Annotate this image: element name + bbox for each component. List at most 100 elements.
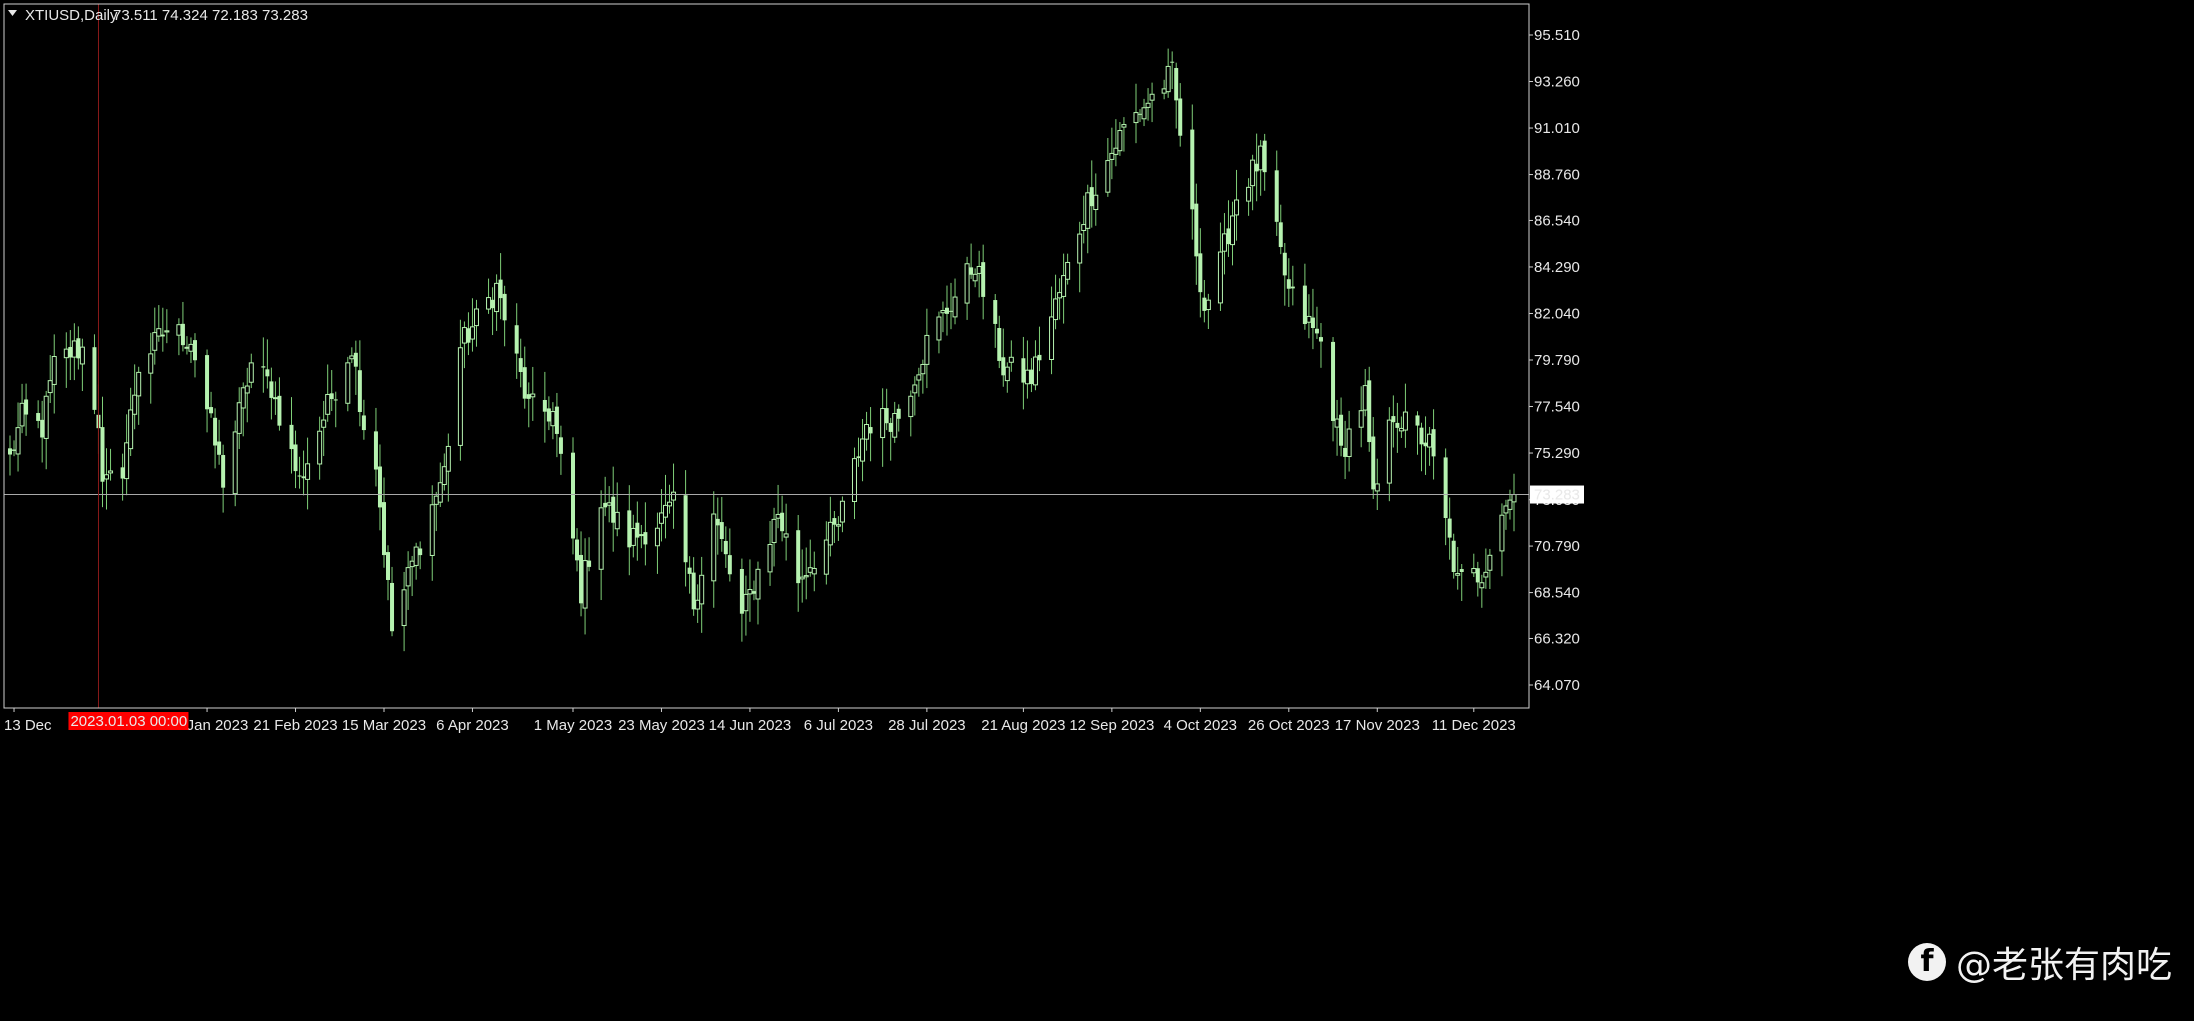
candle-bear — [1443, 457, 1448, 519]
candle-bear — [1391, 416, 1396, 423]
candle-bear — [868, 427, 873, 434]
candle-bull — [755, 568, 761, 600]
candle-bull — [667, 501, 673, 507]
candle-bear — [727, 555, 732, 575]
candle-bear — [490, 299, 495, 309]
candle-bull — [176, 324, 182, 336]
candle-bull — [51, 356, 57, 385]
candle-bear — [723, 540, 728, 555]
candle-bull — [936, 316, 942, 341]
candle-bull — [79, 346, 85, 365]
candle-bull — [864, 424, 870, 440]
crosshair-date-badge: 2023.01.03 00:00 — [68, 712, 189, 730]
candle-bear — [92, 347, 97, 410]
time-tick-label: 14 Jun 2023 — [709, 717, 792, 734]
candle-bear — [1174, 68, 1179, 101]
time-tick-label: 6 Jul 2023 — [804, 717, 873, 734]
candle-bull — [807, 567, 813, 573]
candle-bear — [1029, 369, 1034, 385]
candle-bull — [1511, 494, 1517, 503]
candle-bull — [1221, 233, 1227, 252]
candle-bull — [1250, 159, 1256, 187]
price-tick-label: 95.510 — [1534, 27, 1580, 44]
time-tick-label: 6 Apr 2023 — [436, 717, 509, 734]
candle-bull — [1374, 483, 1380, 492]
candle-bear — [361, 415, 366, 431]
candle-bull — [654, 527, 660, 547]
candle-bull — [409, 560, 415, 568]
candle-bull — [803, 575, 809, 578]
candle-bear — [575, 539, 580, 561]
price-tick-label: 86.540 — [1534, 212, 1580, 229]
candle-bull — [1145, 102, 1151, 108]
candle-bull — [1507, 499, 1513, 510]
candle-bear — [301, 476, 306, 479]
candle-bull — [1402, 411, 1408, 431]
candle-bull — [272, 397, 278, 400]
candle-bear — [687, 567, 692, 574]
candle-bear — [691, 572, 696, 610]
candle-bear — [1419, 427, 1424, 445]
time-tick-label: 15 Mar 2023 — [342, 717, 426, 734]
candle-bear — [522, 367, 527, 399]
candle-bull — [912, 384, 918, 394]
candle-bull — [1093, 194, 1099, 211]
candle-bull — [1499, 514, 1505, 552]
candle-bull — [1053, 298, 1059, 321]
candle-bear — [1021, 358, 1026, 383]
candle-bull — [325, 393, 331, 415]
candle-bear — [466, 328, 471, 343]
candle-bear — [1331, 341, 1336, 421]
candle-bull — [401, 589, 407, 627]
candle-bear — [1190, 129, 1195, 210]
time-tick-label: 28 Jul 2023 — [888, 717, 966, 734]
candle-bear — [1447, 518, 1452, 538]
candle-bull — [473, 308, 479, 327]
candle-bear — [997, 328, 1002, 361]
price-tick-label: 79.790 — [1534, 352, 1580, 369]
candle-bear — [1415, 415, 1420, 426]
candle-bull — [1024, 369, 1030, 385]
candle-bear — [1198, 253, 1203, 293]
candle-bear — [587, 560, 592, 567]
candle-bull — [321, 419, 327, 428]
candle-bear — [100, 427, 105, 482]
candle-bear — [261, 366, 266, 368]
time-tick-label: 17 Nov 2023 — [1335, 717, 1420, 734]
candle-bull — [582, 560, 588, 609]
candle-bull — [550, 411, 556, 427]
candle-bear — [1202, 297, 1207, 311]
candle-bull — [924, 334, 930, 365]
candle-bear — [205, 355, 210, 410]
candle-bear — [518, 358, 523, 372]
candle-bull — [1049, 316, 1055, 361]
candle-bull — [71, 340, 77, 358]
candle-bear — [1431, 429, 1436, 457]
price-tick-label: 75.290 — [1534, 445, 1580, 462]
candle-bear — [719, 522, 724, 540]
candle-bull — [1455, 573, 1461, 576]
candle-bull — [1057, 292, 1063, 299]
time-tick-label: 13 Dec — [4, 717, 52, 734]
candle-bull — [695, 599, 701, 610]
candle-bear — [611, 496, 616, 523]
candle-bear — [856, 456, 861, 459]
candle-bear — [514, 325, 519, 354]
candle-bear — [1310, 317, 1315, 328]
candle-bear — [373, 431, 378, 470]
price-chart[interactable]: 95.510 93.260 91.010 88.760 86.540 84.290 82.0… — [0, 0, 2194, 1021]
candle-bull — [1346, 428, 1352, 458]
candle-bull — [747, 589, 753, 595]
candle-bull — [1161, 88, 1167, 94]
candle-bear — [884, 408, 889, 424]
price-tick-label: 68.540 — [1534, 585, 1580, 602]
candle-bear — [949, 310, 954, 312]
candle-bull — [671, 491, 677, 501]
candle-bear — [993, 300, 998, 324]
candle-bull — [1133, 112, 1139, 124]
candle-bear — [36, 413, 41, 421]
candle-bull — [775, 513, 781, 519]
candle-bull — [799, 576, 805, 580]
candle-bull — [236, 402, 242, 434]
candle-bear — [68, 346, 73, 358]
